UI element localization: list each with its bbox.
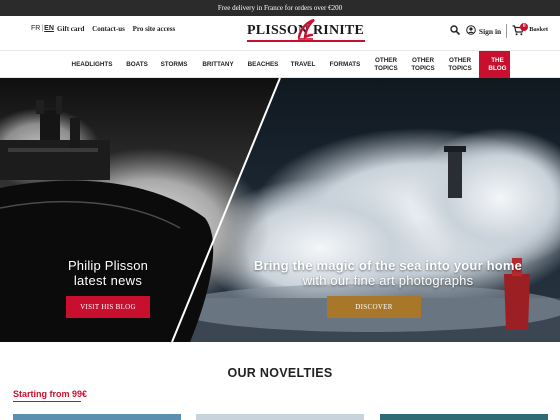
hero-left-title: Philip Plisson xyxy=(67,258,149,273)
nav-item-headlights[interactable]: HEADLIGHTS xyxy=(66,51,118,78)
hero-right-subtitle: with our fine art photographs xyxy=(302,273,474,288)
starting-price-filter[interactable]: Starting from 99€ xyxy=(13,389,87,399)
sign-in-label: Sign in xyxy=(478,26,502,36)
search-icon[interactable] xyxy=(450,25,460,37)
nav-item-brittany[interactable]: BRITTANY xyxy=(198,51,238,78)
header: FR|EN Gift card Contact-us Pro site acce… xyxy=(0,16,560,46)
logo-text-right: RINITE xyxy=(313,23,364,38)
sign-in-link[interactable]: Sign in xyxy=(466,25,501,37)
promo-banner: Free delivery in France for orders over … xyxy=(0,0,560,16)
nav-item-other-topics-1[interactable]: OTHER TOPICS xyxy=(370,51,402,78)
main-nav: HEADLIGHTS BOATS STORMS BRITTANY BEACHES… xyxy=(0,50,560,78)
nav-item-other-topics-2[interactable]: OTHER TOPICS xyxy=(407,51,439,78)
header-divider xyxy=(506,24,508,38)
basket-label: Basket xyxy=(529,25,548,33)
contact-link[interactable]: Contact-us xyxy=(92,25,125,33)
header-actions: Sign in 0 Basket xyxy=(450,22,548,40)
language-switcher: FR|EN xyxy=(31,25,54,32)
product-thumbnail[interactable] xyxy=(380,414,548,420)
nav-item-blog[interactable]: THE BLOG xyxy=(479,51,510,78)
product-thumbnail[interactable] xyxy=(13,414,181,420)
section-title: OUR NOVELTIES xyxy=(227,366,333,380)
nav-item-travel[interactable]: TRAVEL xyxy=(288,51,318,78)
nav-item-beaches[interactable]: BEACHES xyxy=(244,51,282,78)
visit-blog-button[interactable]: VISIT HIS BLOG xyxy=(66,296,150,318)
nav-item-other-topics-3[interactable]: OTHER TOPICS xyxy=(444,51,476,78)
top-links: Gift card Contact-us Pro site access xyxy=(57,25,181,33)
hero-right-title: Bring the magic of the sea into your hom… xyxy=(253,258,523,273)
basket-count-badge: 0 xyxy=(520,22,529,31)
starting-underline xyxy=(13,401,81,402)
pro-site-link[interactable]: Pro site access xyxy=(133,25,176,33)
nav-item-formats[interactable]: FORMATS xyxy=(325,51,365,78)
product-thumbnail[interactable] xyxy=(196,414,364,420)
lang-en[interactable]: EN xyxy=(44,25,54,32)
logo-underline xyxy=(247,40,365,42)
basket-link[interactable]: 0 Basket xyxy=(512,22,548,38)
hero-section: Philip Plisson latest news VISIT HIS BLO… xyxy=(0,78,560,342)
hero-left-subtitle: latest news xyxy=(73,273,143,288)
nav-item-boats[interactable]: BOATS xyxy=(122,51,152,78)
nav-item-storms[interactable]: STORMS xyxy=(157,51,191,78)
lang-fr[interactable]: FR xyxy=(31,25,40,32)
discover-button[interactable]: DISCOVER xyxy=(327,296,421,318)
gift-card-link[interactable]: Gift card xyxy=(57,25,84,33)
site-logo[interactable]: PLISSON RINITE xyxy=(247,18,365,43)
user-icon xyxy=(466,25,476,37)
